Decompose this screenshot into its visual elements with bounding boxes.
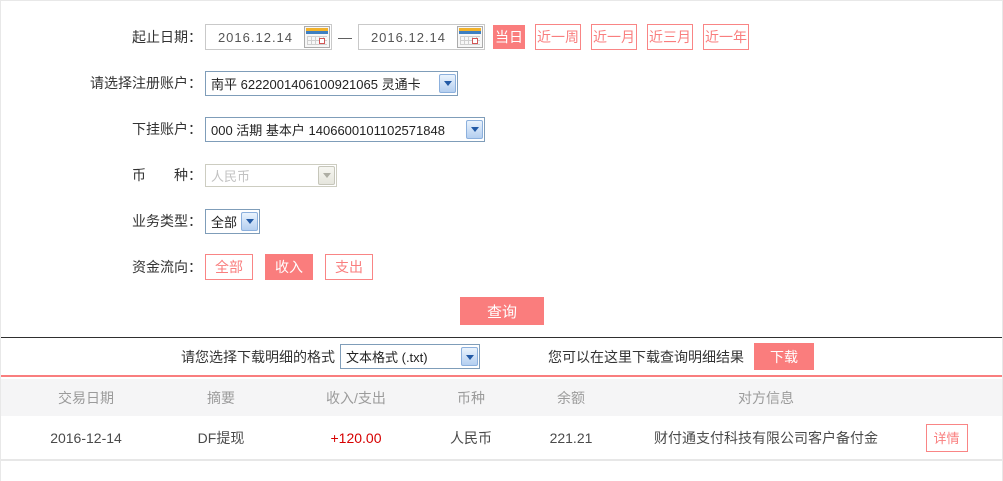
column-header-amount: 收入/支出 [326,389,386,406]
download-button[interactable]: 下载 [754,343,814,370]
sub-account-row: 下挂账户： 000 活期 基本户 1406600101102571848 [1,116,1002,142]
calendar-icon-stripe-blue [306,31,328,34]
currency-row: 币 种： 人民币 [1,162,1002,188]
sub-account-select[interactable]: 000 活期 基本户 1406600101102571848 [205,116,485,142]
chevron-down-icon [439,73,456,93]
date-separator: — [338,29,352,45]
currency-label: 币 种： [132,167,202,183]
sub-account-value: 000 活期 基本户 1406600101102571848 [211,122,445,138]
calendar-icon[interactable] [304,26,330,48]
filter-form: 起止日期： 2016.12.14 — 2016.12.14 当日 近一周 近一月… [1,1,1002,337]
quick-range-year-button[interactable]: 近一年 [703,24,749,50]
quick-range-today-button[interactable]: 当日 [493,25,525,49]
column-header-balance: 余额 [557,389,585,406]
cell-currency: 人民币 [450,429,492,446]
date-range-row: 起止日期： 2016.12.14 — 2016.12.14 当日 近一周 近一月… [1,24,1002,50]
fund-flow-all-button[interactable]: 全部 [205,254,253,280]
download-hint: 您可以在这里下载查询明细结果 [548,348,744,365]
date-range-label: 起止日期： [132,29,202,45]
download-format-value: 文本格式 (.txt) [346,350,428,365]
quick-range-week-button[interactable]: 近一周 [535,24,581,50]
cell-balance: 221.21 [549,429,593,446]
query-row: 查询 [1,297,1002,325]
download-bar: 请您选择下载明细的格式 文本格式 (.txt) 您可以在这里下载查询明细结果 下… [1,337,1002,377]
table-row: 2016-12-14 DF提现 +120.00 人民币 221.21 财付通支付… [1,416,1002,461]
chevron-down-icon [318,165,335,185]
result-table: 交易日期 摘要 收入/支出 币种 余额 对方信息 2016-12-14 DF提现… [1,379,1002,461]
cell-summary: DF提现 [197,429,245,446]
fund-flow-income-button[interactable]: 收入 [265,254,313,280]
register-account-row: 请选择注册账户： 南平 6222001406100921065 灵通卡 [1,70,1002,96]
download-format-select[interactable]: 文本格式 (.txt) [340,344,480,369]
business-type-value: 全部 [211,214,237,230]
cell-transaction-date: 2016-12-14 [50,429,122,446]
sub-account-label: 下挂账户： [132,121,202,137]
business-type-label: 业务类型： [132,213,202,229]
download-format-label: 请您选择下载明细的格式 [181,348,335,365]
cell-amount: +120.00 [330,429,382,446]
currency-select: 人民币 [205,163,337,187]
detail-button[interactable]: 详情 [925,423,968,452]
quick-range-quarter-button[interactable]: 近三月 [647,24,693,50]
end-date-input[interactable]: 2016.12.14 [358,24,485,50]
calendar-icon-day-mark [472,38,478,44]
business-type-row: 业务类型： 全部 [1,208,1002,234]
column-header-counterparty: 对方信息 [738,389,794,406]
start-date-value: 2016.12.14 [217,29,294,45]
calendar-icon[interactable] [457,26,483,48]
currency-value: 人民币 [211,168,251,184]
column-header-date: 交易日期 [58,389,114,406]
quick-range-month-button[interactable]: 近一月 [591,24,637,50]
fund-flow-expense-button[interactable]: 支出 [325,254,373,280]
chevron-down-icon [461,347,478,366]
register-account-select[interactable]: 南平 6222001406100921065 灵通卡 [205,70,458,96]
end-date-value: 2016.12.14 [370,29,447,45]
cell-counterparty: 财付通支付科技有限公司客户备付金 [654,429,878,446]
business-type-select[interactable]: 全部 [205,208,260,234]
calendar-icon-stripe-blue [459,31,481,34]
table-header-row: 交易日期 摘要 收入/支出 币种 余额 对方信息 [1,379,1002,416]
fund-flow-label: 资金流向： [132,259,202,275]
calendar-icon-day-mark [319,38,325,44]
cell-actions: 详情 [891,423,1002,452]
start-date-input[interactable]: 2016.12.14 [205,24,332,50]
chevron-down-icon [466,119,483,139]
transaction-query-page: 起止日期： 2016.12.14 — 2016.12.14 当日 近一周 近一月… [0,0,1003,481]
column-header-summary: 摘要 [207,389,235,406]
fund-flow-row: 资金流向： 全部 收入 支出 [1,254,1002,280]
register-account-label: 请选择注册账户： [90,75,202,91]
register-account-value: 南平 6222001406100921065 灵通卡 [211,76,421,92]
column-header-currency: 币种 [457,389,485,406]
chevron-down-icon [241,211,258,231]
query-button[interactable]: 查询 [460,297,544,325]
